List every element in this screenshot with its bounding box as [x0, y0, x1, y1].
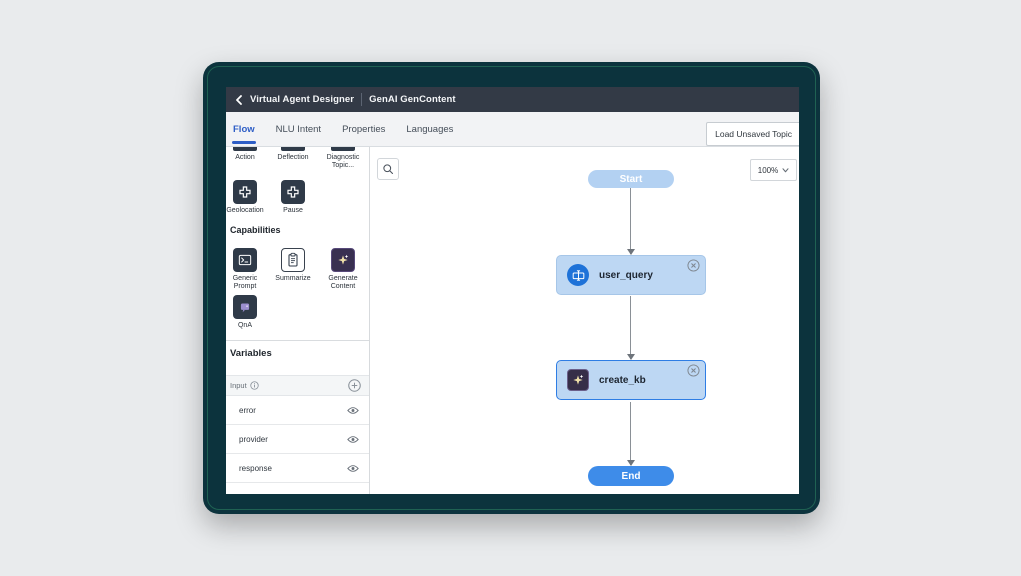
chevron-down-icon — [782, 168, 789, 173]
sparkle-icon — [331, 248, 355, 272]
zoom-level-dropdown[interactable]: 100% — [750, 159, 797, 181]
eye-icon[interactable] — [347, 464, 359, 473]
topic-title: GenAI GenContent — [369, 94, 456, 105]
app-title: Virtual Agent Designer — [250, 94, 354, 105]
palette-item-generic-prompt[interactable]: Generic Prompt — [226, 248, 267, 291]
block-icon — [281, 147, 305, 151]
palette-item-label: QnA — [238, 322, 252, 330]
block-plus-icon — [233, 180, 257, 204]
variables-header: Variables — [230, 348, 272, 359]
user-input-icon — [567, 264, 589, 286]
node-label: user_query — [599, 270, 653, 281]
tab-flow[interactable]: Flow — [233, 124, 255, 135]
zoom-level-value: 100% — [758, 166, 778, 175]
palette-item-label: Deflection — [277, 154, 308, 162]
variable-name: response — [239, 464, 347, 473]
palette-item-label: Geolocation — [226, 207, 263, 215]
tab-properties[interactable]: Properties — [342, 124, 385, 135]
palette-item-deflection[interactable]: Deflection — [271, 147, 315, 162]
connector-create-kb-to-end — [630, 402, 631, 465]
generate-content-icon — [567, 369, 589, 391]
component-palette: Action Deflection Diagnostic Topic... Ge… — [226, 147, 370, 494]
flow-canvas[interactable]: 100% Start — [370, 147, 799, 494]
close-icon[interactable] — [687, 364, 700, 377]
block-icon — [233, 147, 257, 151]
palette-item-label: Summarize — [275, 275, 310, 283]
palette-item-qna[interactable]: QnA — [226, 295, 267, 330]
info-icon[interactable] — [250, 381, 259, 390]
variable-row-error[interactable]: error — [226, 396, 369, 425]
palette-item-summarize[interactable]: Summarize — [271, 248, 315, 283]
input-group-label: Input — [230, 381, 247, 390]
variable-name: provider — [239, 435, 347, 444]
header-divider — [361, 93, 362, 106]
eye-icon[interactable] — [347, 406, 359, 415]
end-node[interactable]: End — [588, 466, 674, 486]
magnifier-icon — [382, 163, 394, 175]
palette-item-label: Pause — [283, 207, 303, 215]
palette-item-label: Diagnostic Topic... — [321, 154, 365, 170]
palette-item-action[interactable]: Action — [226, 147, 267, 162]
start-node[interactable]: Start — [588, 170, 674, 188]
qna-chat-icon — [233, 295, 257, 319]
palette-item-label: Generate Content — [321, 275, 365, 291]
palette-item-label: Generic Prompt — [226, 275, 267, 291]
node-label: create_kb — [599, 375, 646, 386]
back-icon[interactable] — [235, 95, 243, 105]
capabilities-header: Capabilities — [230, 225, 281, 235]
variable-row-response[interactable]: response — [226, 454, 369, 483]
load-unsaved-topic-button[interactable]: Load Unsaved Topic — [706, 122, 799, 146]
connector-user-query-to-create-kb — [630, 296, 631, 359]
node-create-kb[interactable]: create_kb — [556, 360, 706, 400]
app-header: Virtual Agent Designer GenAI GenContent — [226, 87, 799, 112]
add-circle-icon[interactable] — [348, 379, 361, 392]
palette-item-generate-content[interactable]: Generate Content — [321, 248, 365, 291]
palette-divider — [226, 340, 369, 341]
palette-item-geolocation[interactable]: Geolocation — [226, 180, 267, 215]
palette-item-pause[interactable]: Pause — [271, 180, 315, 215]
connector-start-to-user-query — [630, 188, 631, 254]
tab-languages[interactable]: Languages — [406, 124, 453, 135]
palette-item-label: Action — [235, 154, 254, 162]
block-plus-icon — [281, 180, 305, 204]
block-icon — [331, 147, 355, 151]
variables-input-group: Input — [226, 375, 369, 396]
variable-row-provider[interactable]: provider — [226, 425, 369, 454]
app-screen: Virtual Agent Designer GenAI GenContent … — [226, 87, 799, 494]
close-icon[interactable] — [687, 259, 700, 272]
eye-icon[interactable] — [347, 435, 359, 444]
search-button[interactable] — [377, 158, 399, 180]
palette-item-diagnostic-topic[interactable]: Diagnostic Topic... — [321, 147, 365, 170]
variable-name: error — [239, 406, 347, 415]
content-area: Action Deflection Diagnostic Topic... Ge… — [226, 147, 799, 494]
clipboard-icon — [281, 248, 305, 272]
terminal-prompt-icon — [233, 248, 257, 272]
device-frame: Virtual Agent Designer GenAI GenContent … — [203, 62, 820, 514]
tab-nlu-intent[interactable]: NLU Intent — [276, 124, 321, 135]
node-user-query[interactable]: user_query — [556, 255, 706, 295]
